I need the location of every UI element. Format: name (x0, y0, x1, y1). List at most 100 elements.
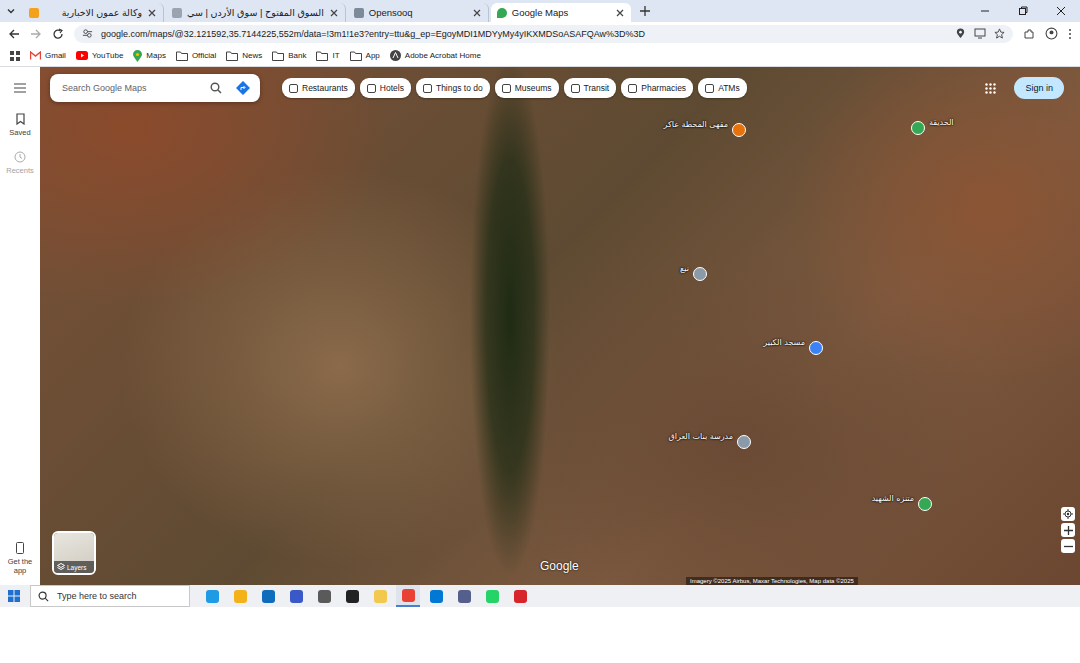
browser-tab[interactable]: Google Maps (491, 3, 631, 22)
close-icon[interactable] (147, 8, 157, 18)
app-icon (262, 590, 275, 603)
bookmark[interactable]: Bank (272, 51, 306, 61)
taskbar-app[interactable] (256, 585, 280, 607)
bookmark[interactable]: Gmail (30, 51, 66, 60)
category-icon (705, 84, 714, 93)
get-app-button[interactable]: Get the app (2, 542, 38, 575)
restore-icon[interactable] (1018, 6, 1028, 16)
map-marker[interactable]: الحديقة (911, 121, 925, 135)
hamburger-icon[interactable] (14, 83, 26, 93)
zoom-out-button[interactable] (1061, 539, 1075, 553)
browser-tab[interactable]: وكالة عمون الاخبارية (23, 3, 164, 22)
close-window-icon[interactable] (1056, 6, 1066, 16)
chip-label: Hotels (380, 83, 404, 93)
map-marker[interactable]: مدرسة بنات العراق (737, 435, 751, 449)
bookmark-label: Maps (146, 51, 166, 60)
folder-icon (316, 51, 328, 61)
forward-icon[interactable] (30, 28, 42, 40)
close-icon[interactable] (472, 8, 482, 18)
bookmark-label: IT (332, 51, 339, 60)
taskbar-app[interactable] (284, 585, 308, 607)
category-chip[interactable]: Transit (564, 78, 617, 98)
maps-icon (133, 50, 142, 62)
tab-strip: وكالة عمون الاخباريةالسوق المفتوح | سوق … (0, 0, 1080, 22)
bookmark[interactable]: YouTube (76, 51, 123, 60)
directions-icon[interactable] (236, 81, 250, 95)
search-icon (38, 591, 49, 602)
taskbar-app[interactable] (200, 585, 224, 607)
bookmark[interactable]: IT (316, 51, 339, 61)
menu-icon[interactable] (1068, 28, 1072, 40)
place-pin-icon (732, 123, 746, 137)
star-icon[interactable] (994, 28, 1005, 39)
category-chip[interactable]: Pharmacies (621, 78, 693, 98)
google-apps-icon[interactable] (985, 83, 996, 94)
category-chip[interactable]: Restaurants (282, 78, 355, 98)
category-icon (502, 84, 511, 93)
my-location-button[interactable] (1061, 507, 1075, 521)
new-tab-icon[interactable] (639, 5, 651, 17)
map-marker[interactable]: متنزه الشهيد (918, 497, 932, 511)
tab-list-icon[interactable] (5, 5, 17, 17)
bookmark[interactable]: App (350, 51, 380, 61)
folder-icon (350, 51, 362, 61)
search-icon[interactable] (210, 82, 222, 94)
taskbar-app[interactable] (228, 585, 252, 607)
window-controls (980, 6, 1080, 16)
reload-icon[interactable] (52, 28, 64, 40)
app-icon (234, 590, 247, 603)
category-chip[interactable]: Museums (495, 78, 559, 98)
install-icon[interactable] (974, 28, 986, 39)
chip-label: Museums (515, 83, 552, 93)
close-icon[interactable] (329, 8, 339, 18)
taskbar-app[interactable] (340, 585, 364, 607)
satellite-map[interactable]: Search Google Maps Restaurants Hotels Thing… (40, 67, 1080, 585)
category-chip[interactable]: Things to do (416, 78, 490, 98)
category-chip[interactable]: ATMs (698, 78, 747, 98)
rail-item[interactable]: Recents (6, 151, 34, 175)
category-chip[interactable]: Hotels (360, 78, 411, 98)
bookmark[interactable]: Maps (133, 50, 166, 62)
windows-start-icon[interactable] (8, 590, 20, 602)
taskbar-app[interactable] (312, 585, 336, 607)
taskbar-app[interactable] (508, 585, 532, 607)
location-icon[interactable] (955, 28, 966, 39)
site-info-icon[interactable] (82, 28, 93, 39)
taskbar-app[interactable] (424, 585, 448, 607)
bookmark[interactable]: Adobe Acrobat Home (390, 50, 481, 61)
bookmark[interactable]: Official (176, 51, 216, 61)
maps-page: SavedRecentsGet the appSearch Google Map… (0, 67, 1080, 585)
minimize-icon[interactable] (980, 6, 990, 16)
address-bar[interactable]: google.com/maps/@32.121592,35.7144225,55… (74, 25, 1013, 43)
map-marker[interactable]: نبع (693, 267, 707, 281)
app-icon (458, 590, 471, 603)
taskbar-app[interactable] (396, 585, 420, 607)
bookmark[interactable]: News (226, 51, 262, 61)
browser-tab[interactable]: Opensooq (348, 3, 489, 22)
close-icon[interactable] (615, 8, 625, 18)
chip-label: Transit (584, 83, 610, 93)
extensions-icon[interactable] (1023, 28, 1035, 40)
back-icon[interactable] (8, 28, 20, 40)
favicon-icon (354, 8, 364, 18)
taskbar-app[interactable] (480, 585, 504, 607)
favicon-icon (172, 8, 182, 18)
apps-grid-icon[interactable] (10, 51, 20, 61)
taskbar-app[interactable] (368, 585, 392, 607)
app-icon (374, 590, 387, 603)
zoom-in-button[interactable] (1061, 523, 1075, 537)
browser-tab[interactable]: السوق المفتوح | سوق الأردن | سي (166, 3, 346, 22)
layers-button[interactable]: Layers (52, 531, 96, 575)
search-box[interactable]: Search Google Maps (50, 74, 260, 102)
map-marker[interactable]: مسجد الكبير (809, 341, 823, 355)
rail-item[interactable]: Saved (9, 113, 30, 137)
sign-in-button[interactable]: Sign in (1014, 77, 1064, 99)
profile-icon[interactable] (1045, 27, 1058, 40)
map-marker[interactable]: مقهى المحطة عاكر (732, 123, 746, 137)
marker-label: متنزه الشهيد (872, 494, 914, 503)
taskbar-app[interactable] (452, 585, 476, 607)
folder-icon (176, 51, 188, 61)
app-icon (206, 590, 219, 603)
taskbar-search[interactable]: Type here to search (30, 585, 190, 607)
get-app-label: Get the app (2, 557, 38, 575)
